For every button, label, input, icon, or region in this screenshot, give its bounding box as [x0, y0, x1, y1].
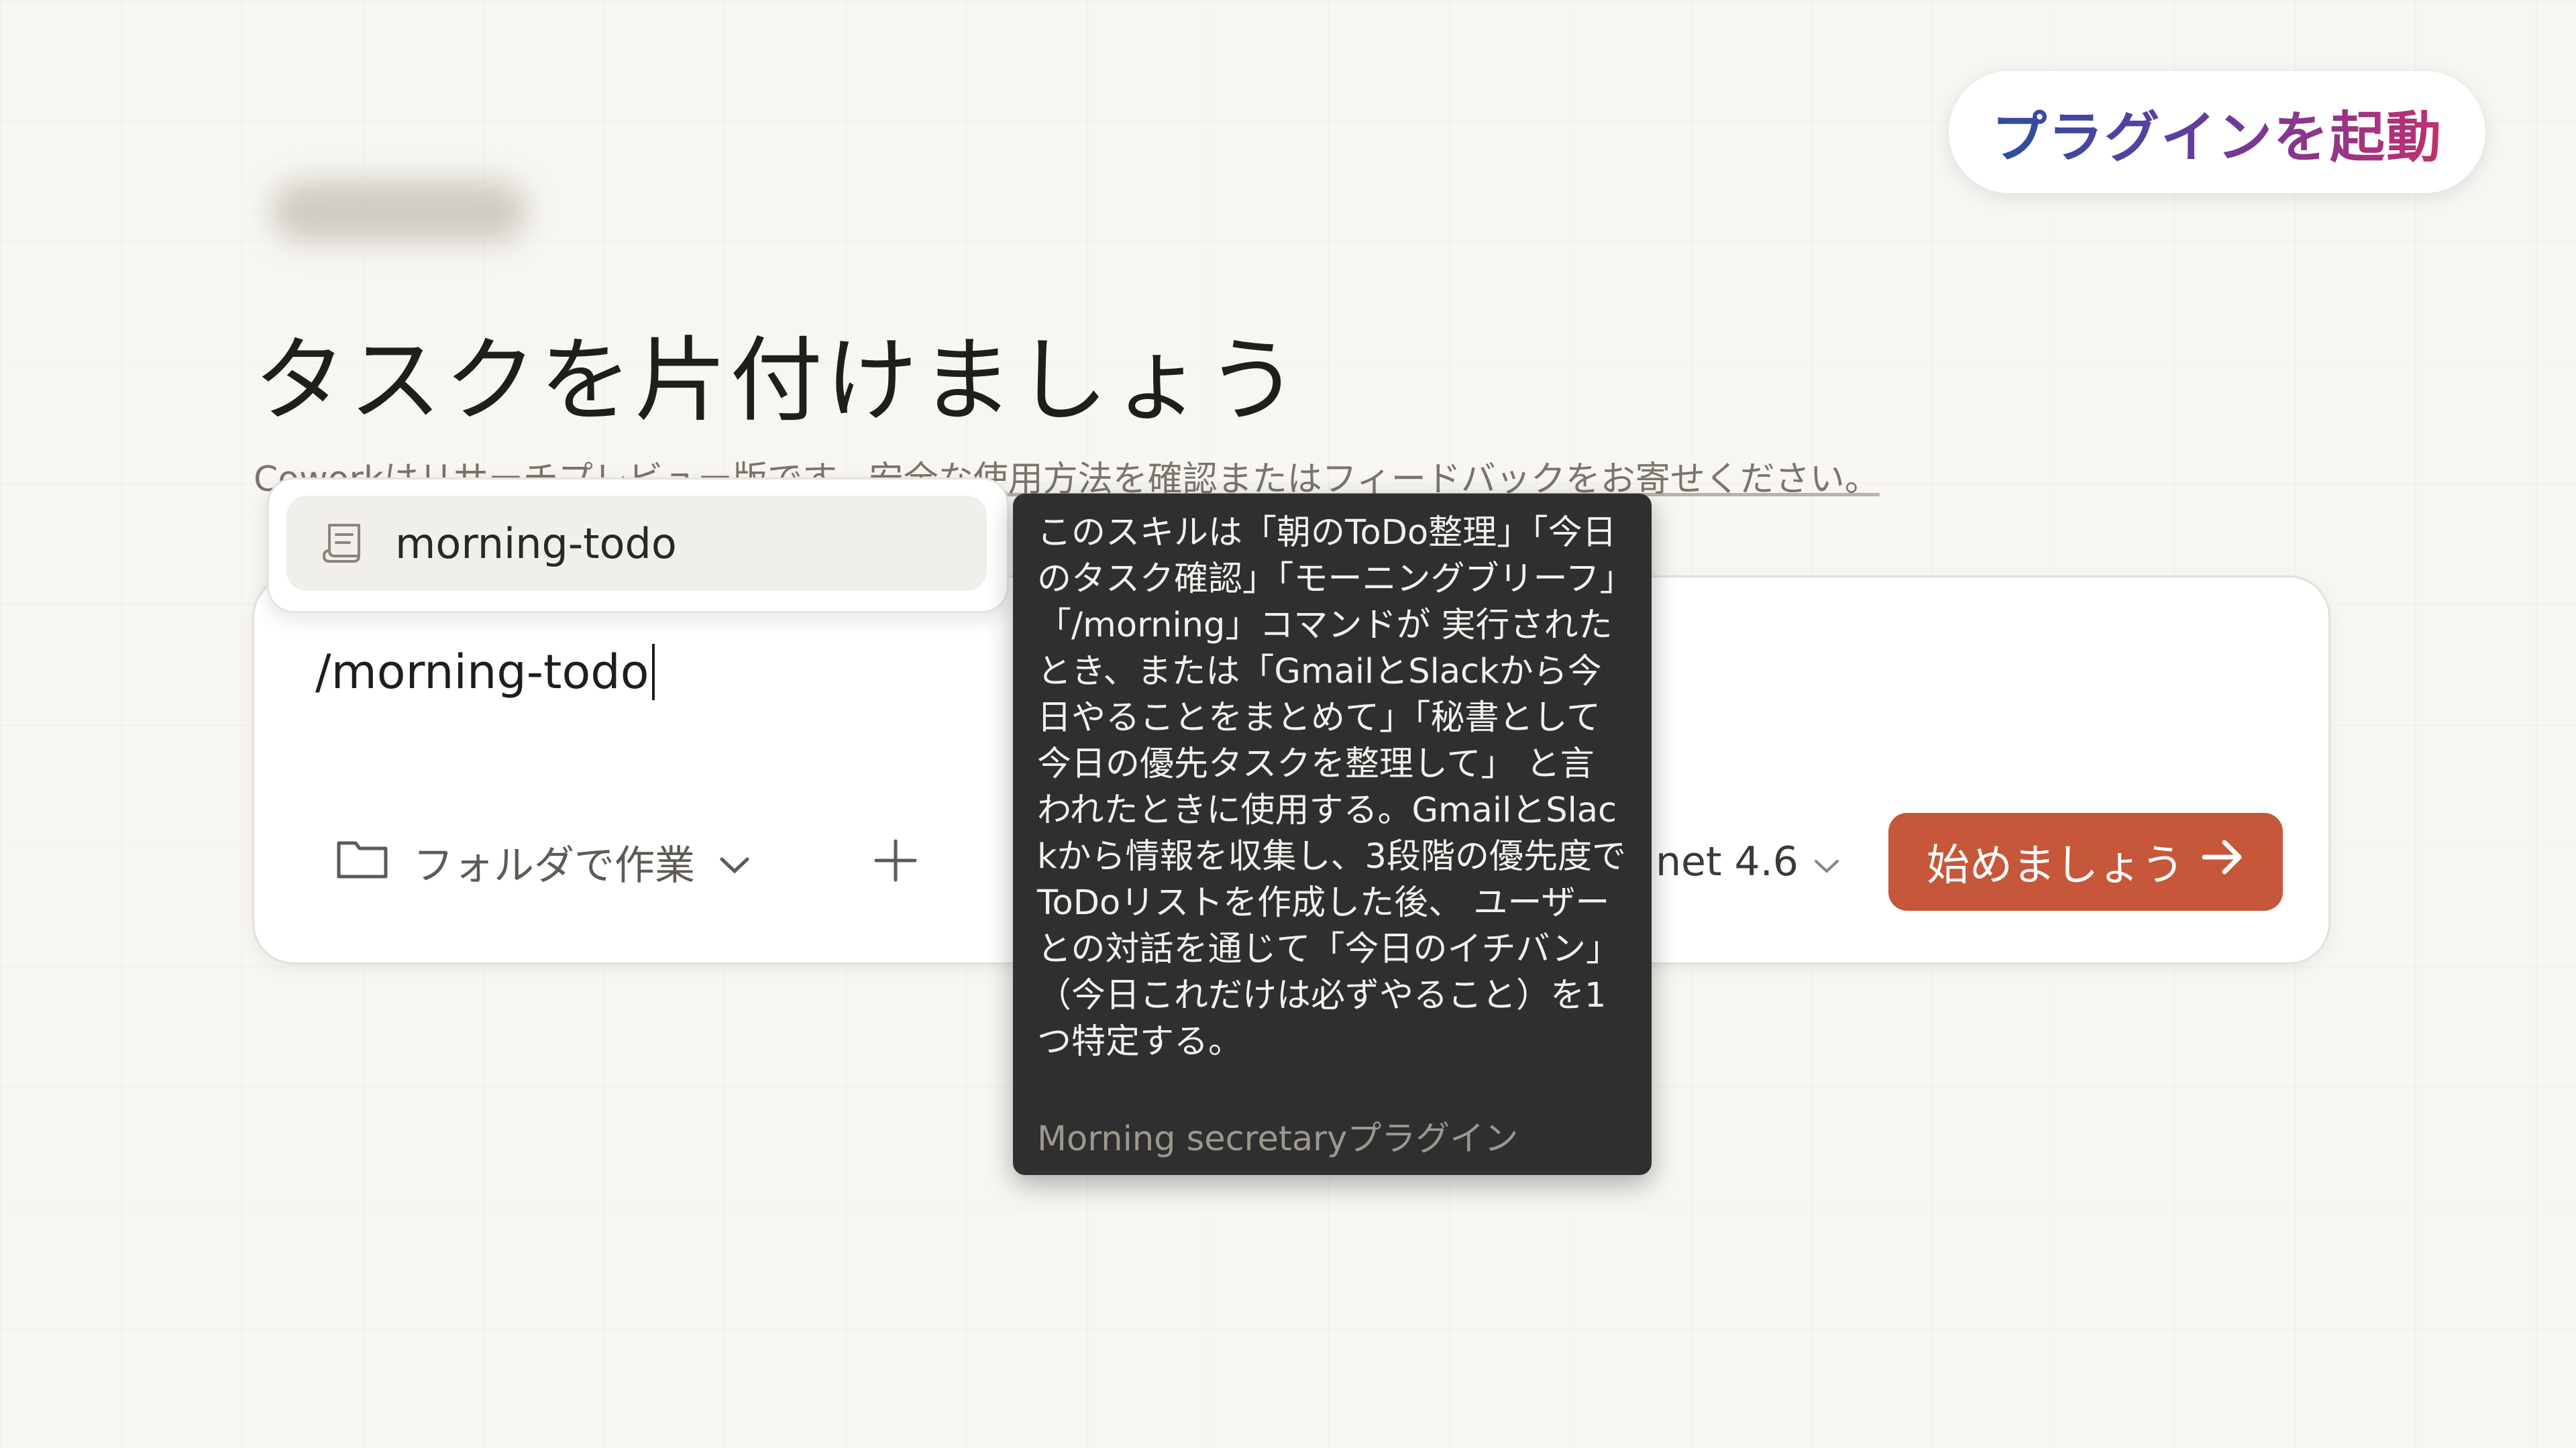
suggestion-item-morning-todo[interactable]: morning-todo	[286, 496, 987, 591]
model-selector[interactable]: net 4.6	[1656, 832, 1840, 892]
folder-icon	[335, 834, 389, 891]
launch-plugin-badge-label: プラグインを起動	[1992, 93, 2443, 172]
command-suggestion-list: morning-todo	[267, 478, 1009, 613]
blurred-header-element	[272, 181, 527, 241]
prompt-input-value: /morning-todo	[315, 645, 649, 700]
skill-description-tooltip: このスキルは「朝のToDo整理」「今日のタスク確認」「モーニングブリーフ」「/m…	[1013, 494, 1652, 1175]
plus-icon	[872, 837, 919, 887]
chevron-down-icon	[719, 838, 750, 885]
launch-plugin-badge: プラグインを起動	[1949, 71, 2485, 193]
text-caret	[651, 644, 655, 700]
prompt-input[interactable]: /morning-todo	[315, 644, 655, 700]
work-in-folder-button[interactable]: フォルダで作業	[335, 832, 750, 892]
page-title: タスクを片付けましょう	[254, 327, 1302, 435]
skill-source-label: Morning secretaryプラグイン	[1037, 1119, 1519, 1159]
arrow-right-icon	[2202, 837, 2245, 887]
chevron-down-icon	[1813, 838, 1840, 885]
scroll-icon	[320, 520, 368, 567]
start-button[interactable]: 始めましょう	[1888, 813, 2283, 911]
start-button-label: 始めましょう	[1927, 841, 2184, 891]
suggestion-item-label: morning-todo	[395, 518, 677, 568]
skill-description-text: このスキルは「朝のToDo整理」「今日のタスク確認」「モーニングブリーフ」「/m…	[1037, 513, 1626, 1062]
work-in-folder-label: フォルダで作業	[413, 842, 695, 889]
add-button[interactable]	[865, 832, 926, 892]
model-selector-label: net 4.6	[1656, 838, 1799, 885]
